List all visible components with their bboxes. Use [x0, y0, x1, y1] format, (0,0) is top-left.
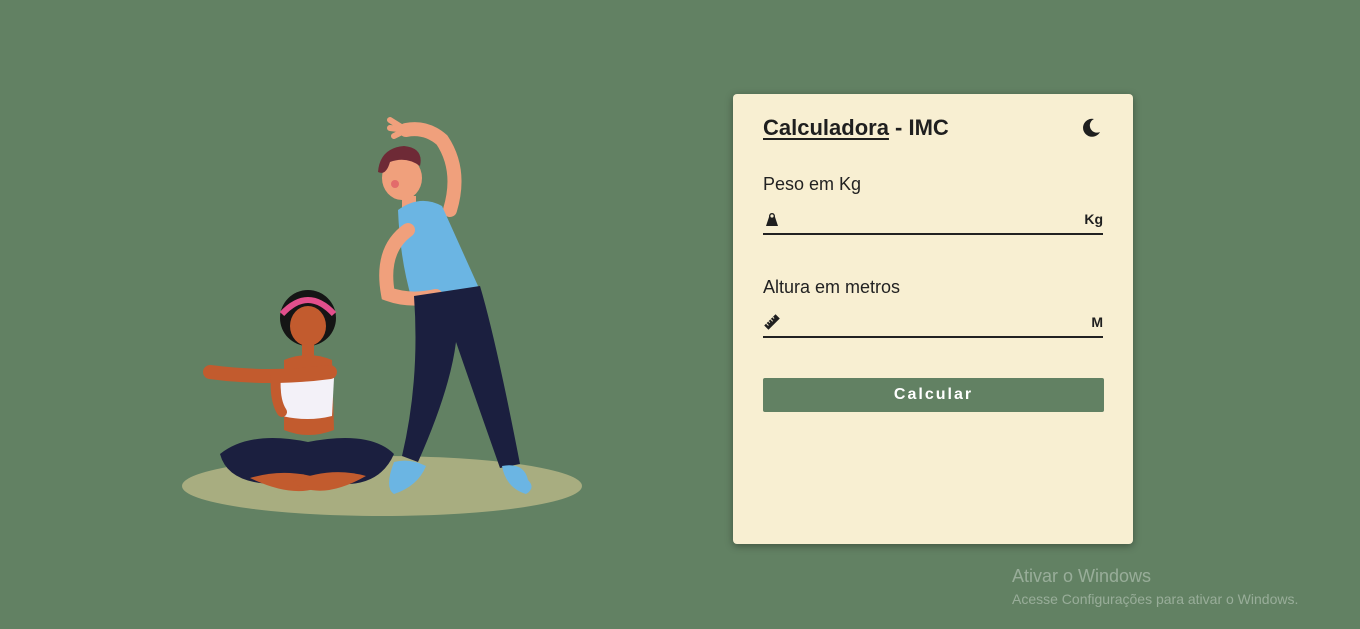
- card-header: Calculadora - IMC: [763, 115, 1103, 141]
- title-underlined: Calculadora: [763, 115, 889, 140]
- moon-icon: [1083, 118, 1100, 137]
- title-rest: - IMC: [888, 115, 949, 140]
- weight-input-row: Kg: [763, 205, 1103, 235]
- windows-activation-watermark: Ativar o Windows Acesse Configurações pa…: [1012, 566, 1298, 607]
- woman-figure: [203, 290, 394, 492]
- ruler-icon: [763, 313, 781, 331]
- calculate-button[interactable]: Calcular: [763, 378, 1104, 412]
- weight-icon: [763, 210, 781, 228]
- height-input[interactable]: [781, 313, 1092, 331]
- page-title: Calculadora - IMC: [763, 115, 949, 141]
- height-input-row: M: [763, 308, 1103, 338]
- weight-input[interactable]: [781, 210, 1085, 228]
- watermark-subtitle: Acesse Configurações para ativar o Windo…: [1012, 591, 1299, 607]
- height-label: Altura em metros: [763, 277, 901, 297]
- weight-label: Peso em Kg: [763, 174, 862, 194]
- watermark-title: Ativar o Windows: [1012, 566, 1152, 586]
- weight-field: Peso em Kg Kg: [763, 174, 1103, 235]
- height-unit: M: [1091, 314, 1103, 330]
- theme-toggle-button[interactable]: [1079, 116, 1103, 140]
- man-figure: [378, 117, 532, 494]
- weight-unit: Kg: [1084, 211, 1103, 227]
- bmi-calculator-card: Calculadora - IMC Peso em Kg Kg Altura e…: [733, 94, 1133, 544]
- height-field: Altura em metros M: [763, 277, 1103, 338]
- fitness-illustration: [180, 110, 590, 520]
